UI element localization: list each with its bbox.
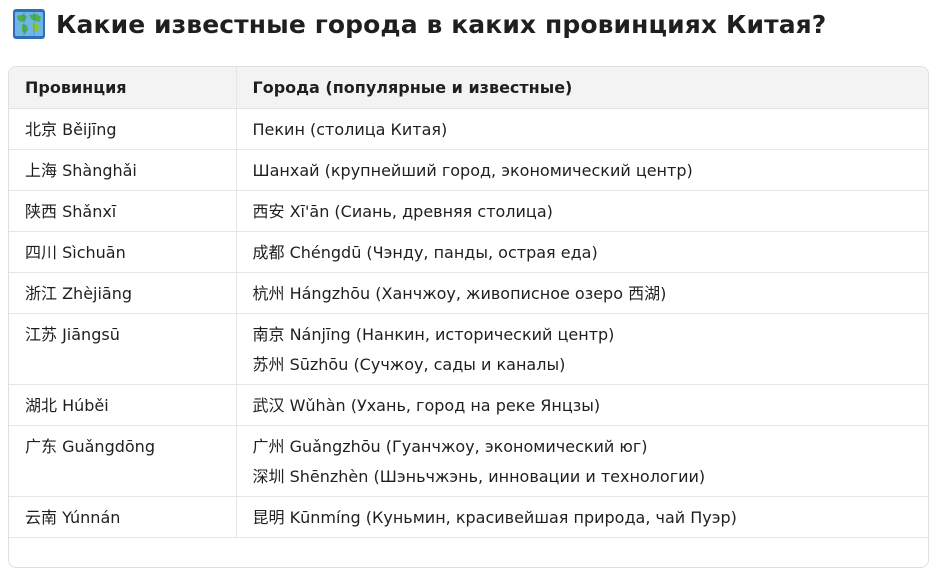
page-header: Какие известные города в каких провинция… (12, 6, 826, 42)
provinces-table: Провинция Города (популярные и известные… (9, 67, 928, 538)
city-entry: Пекин (столица Китая) (252, 120, 448, 139)
table-row: 湖北 Húběi 武汉 Wǔhàn (Ухань, город на реке … (9, 384, 928, 426)
table-row: 陕西 Shǎnxī 西安 Xī'ān (Сиань, древняя столи… (9, 190, 928, 232)
table-row: 上海 Shànghǎi Шанхай (крупнейший город, эк… (9, 149, 928, 191)
province-cell: 广东 Guǎngdōng (9, 425, 236, 497)
cities-cell: 南京 Nánjīng (Нанкин, исторический центр) … (235, 313, 928, 385)
province-cell: 陕西 Shǎnxī (9, 190, 236, 232)
city-entry: 成都 Chéngdū (Чэнду, панды, острая еда) (252, 243, 598, 262)
cities-cell: 杭州 Hángzhōu (Ханчжоу, живописное озеро 西… (235, 272, 928, 314)
table-row: 北京 Běijīng Пекин (столица Китая) (9, 108, 928, 150)
city-entry: 杭州 Hángzhōu (Ханчжоу, живописное озеро 西… (252, 284, 667, 303)
provinces-table-container: Провинция Города (популярные и известные… (8, 66, 929, 568)
province-cell: 江苏 Jiāngsū (9, 313, 236, 385)
city-entry: 南京 Nánjīng (Нанкин, исторический центр) (252, 325, 615, 344)
province-cell: 上海 Shànghǎi (9, 149, 236, 191)
column-header-cities: Города (популярные и известные) (235, 67, 928, 109)
province-cell: 浙江 Zhèjiāng (9, 272, 236, 314)
province-cell: 湖北 Húběi (9, 384, 236, 426)
table-row: 广东 Guǎngdōng 广州 Guǎngzhōu (Гуанчжоу, эко… (9, 425, 928, 497)
cities-cell: 西安 Xī'ān (Сиань, древняя столица) (235, 190, 928, 232)
city-entry: 昆明 Kūnmíng (Куньмин, красивейшая природа… (252, 508, 737, 527)
city-entry: 苏州 Sūzhōu (Сучжоу, сады и каналы) (252, 355, 566, 374)
province-cell: 四川 Sìchuān (9, 231, 236, 273)
province-cell: 北京 Běijīng (9, 108, 236, 150)
cities-cell: 成都 Chéngdū (Чэнду, панды, острая еда) (235, 231, 928, 273)
table-row: 云南 Yúnnán 昆明 Kūnmíng (Куньмин, красивейш… (9, 496, 928, 538)
table-row: 浙江 Zhèjiāng 杭州 Hángzhōu (Ханчжоу, живопи… (9, 272, 928, 314)
cities-cell: 广州 Guǎngzhōu (Гуанчжоу, экономический юг… (235, 425, 928, 497)
city-entry: 广州 Guǎngzhōu (Гуанчжоу, экономический юг… (252, 437, 648, 456)
province-cell: 云南 Yúnnán (9, 496, 236, 538)
table-header-row: Провинция Города (популярные и известные… (9, 67, 928, 109)
page-title: Какие известные города в каких провинция… (56, 9, 827, 39)
cities-cell: 昆明 Kūnmíng (Куньмин, красивейшая природа… (235, 496, 928, 538)
table-row: 四川 Sìchuān 成都 Chéngdū (Чэнду, панды, ост… (9, 231, 928, 273)
city-entry: 武汉 Wǔhàn (Ухань, город на реке Янцзы) (252, 396, 601, 415)
column-header-province: Провинция (9, 67, 236, 109)
table-row: 江苏 Jiāngsū 南京 Nánjīng (Нанкин, историчес… (9, 313, 928, 385)
city-entry: 西安 Xī'ān (Сиань, древняя столица) (252, 202, 553, 221)
cities-cell: Шанхай (крупнейший город, экономический … (235, 149, 928, 191)
city-entry: Шанхай (крупнейший город, экономический … (252, 161, 693, 180)
world-map-icon (13, 9, 45, 39)
cities-cell: Пекин (столица Китая) (235, 108, 928, 150)
city-entry: 深圳 Shēnzhèn (Шэньчжэнь, инновации и техн… (252, 467, 706, 486)
cities-cell: 武汉 Wǔhàn (Ухань, город на реке Янцзы) (235, 384, 928, 426)
